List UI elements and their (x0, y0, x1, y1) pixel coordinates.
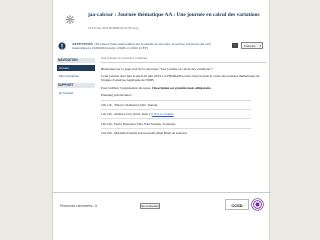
registration-bold: l'inscription est gratuite mais obligato… (151, 85, 211, 90)
conference-date: 26 Février 2024 BORDEAUX (France) (88, 26, 139, 30)
sidebar-item-accueil[interactable]: Accueil (57, 65, 95, 71)
divider (101, 118, 251, 120)
page-container: ❋ jaa-calcsar : Journée thématique AA : … (52, 0, 271, 240)
alert-message: ATTENTION : En raison d'une intervention… (72, 42, 222, 50)
registration-prefix: Pour faciliter l'organisation du repas, (101, 85, 152, 90)
registration-note: Pour faciliter l'organisation du repas, … (101, 86, 267, 90)
divider (101, 127, 251, 129)
maintenance-alert: ATTENTION : En raison d'une intervention… (55, 42, 269, 56)
divider (101, 100, 251, 102)
registration-suffix: . (210, 85, 212, 90)
sidebar: NAVIGATION Accueil Mon inscription SUPPO… (57, 56, 95, 96)
divider (101, 62, 267, 63)
schedule-item: 14h-15h - Pierre Bousquet (Univ. Paul Sa… (101, 121, 176, 126)
login-button[interactable]: Se connecter (140, 203, 160, 209)
breadcrumb: Une journée en calcul des variations (101, 56, 148, 60)
site-footer: Personnes connectées : 1 Se connecter CC… (53, 192, 271, 216)
abstract-link[interactable]: (Titre et résumé) (152, 112, 173, 116)
planning-heading: Planning prévisionnel : (101, 92, 133, 97)
navigation-heading: NAVIGATION (57, 58, 95, 63)
sidebar-item-inscription[interactable]: Mon inscription (57, 73, 95, 79)
language-select[interactable]: Français (241, 42, 263, 49)
main-content: Une journée en calcul des variations Bie… (101, 56, 267, 135)
connected-users-label: Personnes connectées : (60, 204, 96, 208)
sidebar-item-contact[interactable]: @ Contact (57, 90, 95, 96)
connected-users: Personnes connectées : 1 (60, 204, 97, 208)
schedule-item: 11h-12h - Amélie Cover (Univ. Paris 1) (… (101, 112, 267, 116)
schedule-item: 10h-11h - Thierry Champion (Univ. Toulon… (101, 103, 158, 108)
divider (101, 109, 251, 111)
ccsd-logo[interactable]: CCSD (225, 199, 249, 210)
alert-body: : En raison d'une intervention sur le ré… (72, 42, 211, 51)
sciencesconf-logo-icon[interactable] (251, 198, 264, 211)
connected-users-count: 1 (95, 204, 97, 208)
welcome-text: Bienvenue sur la page web de la rencontr… (101, 67, 214, 71)
schedule-item: 15h-16h - Marianna Isabelle Griswoweski … (101, 130, 188, 135)
schedule-item-text: 11h-12h - Amélie Cover (Univ. Paris 1) (101, 112, 153, 117)
warning-icon (58, 42, 66, 50)
conference-title[interactable]: jaa-calcsar : Journée thématique AA : Un… (88, 12, 268, 18)
site-logo-icon[interactable]: ❋ (64, 14, 76, 26)
intro-text: Cette journée aura lieu le jeudi 26 juin… (101, 74, 260, 83)
site-header: ❋ jaa-calcsar : Journée thématique AA : … (53, 0, 271, 40)
support-heading: SUPPORT (57, 83, 95, 88)
search-icon[interactable]: ⌕ (232, 43, 238, 48)
